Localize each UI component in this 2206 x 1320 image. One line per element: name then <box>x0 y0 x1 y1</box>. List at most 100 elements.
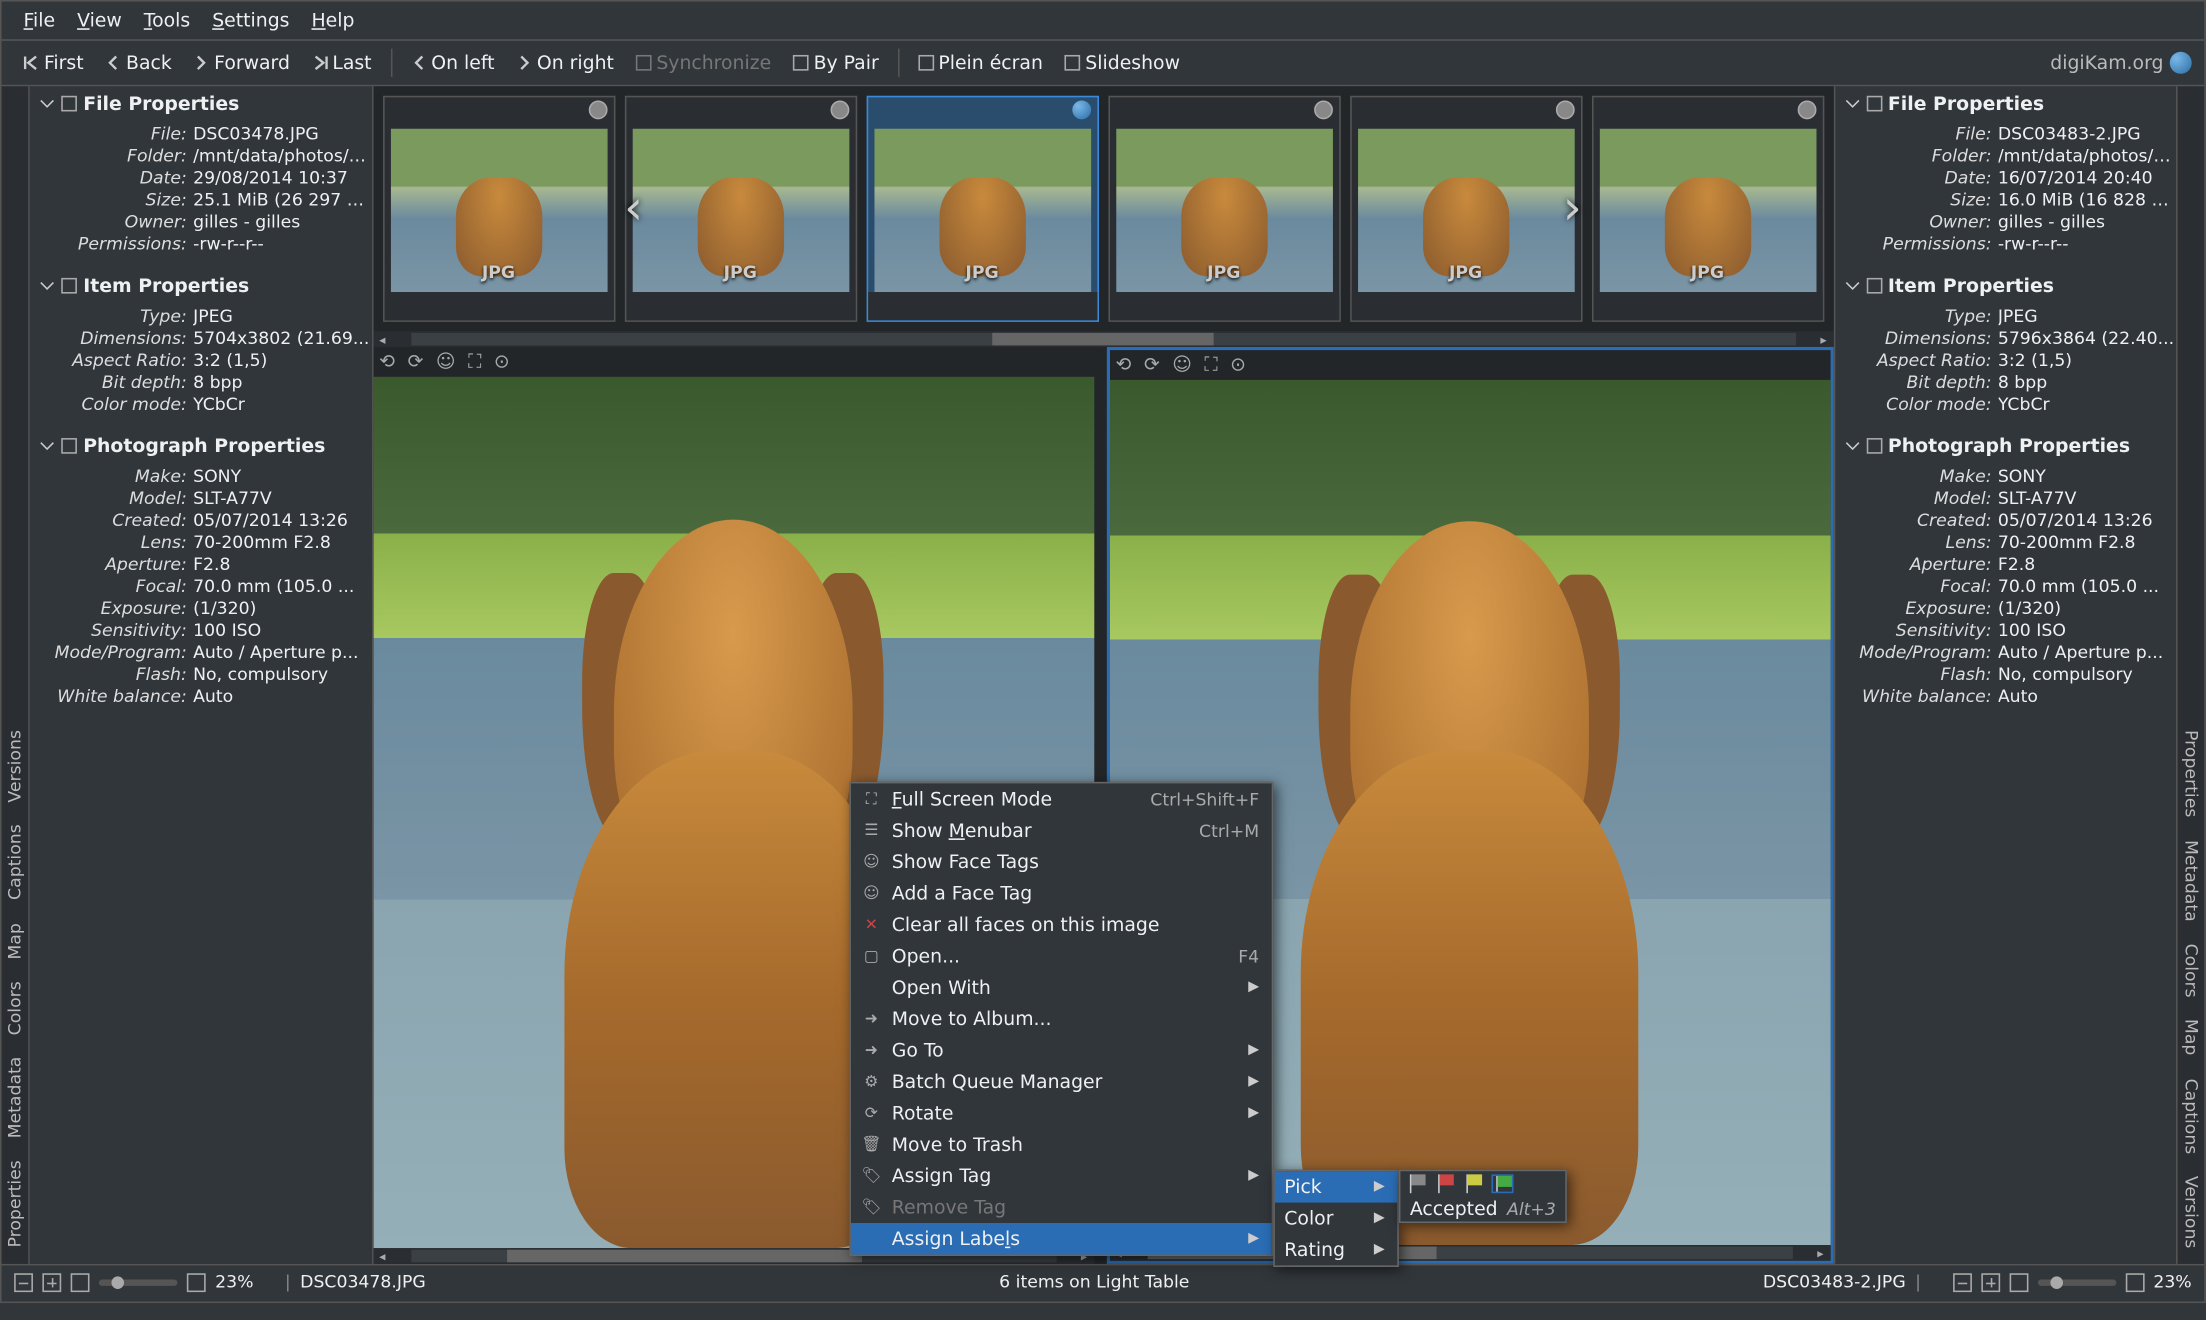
zoom-out-icon[interactable] <box>14 1272 33 1291</box>
menu-settings[interactable]: Settings <box>203 5 299 36</box>
photograph-properties-header[interactable]: Photograph Properties <box>30 429 371 464</box>
zoom-out-icon[interactable] <box>1952 1272 1971 1291</box>
strip-nav-right[interactable]: › <box>1563 181 1582 236</box>
tool-fullscreen-icon[interactable]: ⛶ <box>1204 353 1217 377</box>
thumbnail[interactable]: JPG <box>382 96 614 322</box>
flag-accepted-icon[interactable] <box>1492 1174 1514 1193</box>
item-properties-header[interactable]: Item Properties <box>30 268 371 303</box>
vtab-colors[interactable]: Colors <box>2 972 29 1045</box>
zoom-slider-left[interactable] <box>99 1279 178 1285</box>
submenu-arrow-icon: ▶ <box>1374 1242 1385 1258</box>
first-button[interactable]: First <box>14 47 93 78</box>
file-properties-header[interactable]: File Properties <box>1835 86 2176 121</box>
vtab-properties[interactable]: Properties <box>2 1151 29 1257</box>
fit-icon[interactable] <box>2009 1272 2028 1291</box>
vtab-map[interactable]: Map <box>2 913 29 968</box>
last-button[interactable]: Last <box>302 47 381 78</box>
ctx-full-screen[interactable]: ⛶Full Screen ModeCtrl+Shift+F <box>851 783 1272 814</box>
tool-options-icon[interactable]: ⊙ <box>1230 353 1246 377</box>
vtab-metadata[interactable]: Metadata <box>2178 830 2205 931</box>
thumbnail[interactable]: JPG <box>1349 96 1581 322</box>
on-left-button[interactable]: On left <box>401 47 504 78</box>
tool-options-icon[interactable]: ⊙ <box>494 350 510 374</box>
menu-help[interactable]: Help <box>302 5 364 36</box>
back-button[interactable]: Back <box>96 47 181 78</box>
property-label: Lens: <box>30 532 193 554</box>
tool-face-icon[interactable]: ☺ <box>436 350 456 374</box>
submenu-color[interactable]: Color▶ <box>1275 1203 1397 1234</box>
submenu-arrow-icon: ▶ <box>1248 1074 1259 1090</box>
fullscreen-button[interactable]: Plein écran <box>909 47 1053 78</box>
menu-file[interactable]: FFileile <box>14 5 64 36</box>
tool-rotate-left-icon[interactable]: ⟲ <box>379 350 395 374</box>
file-properties-header[interactable]: File Properties <box>30 86 371 121</box>
fit-to-window-icon[interactable] <box>187 1272 206 1291</box>
menu-view[interactable]: View <box>68 5 132 36</box>
vtab-properties[interactable]: Properties <box>2178 721 2205 827</box>
flag-pending-icon[interactable] <box>1463 1174 1485 1193</box>
submenu-pick[interactable]: Pick▶ <box>1275 1171 1397 1202</box>
item-properties-header[interactable]: Item Properties <box>1835 268 2176 303</box>
property-row: Exposure:(1/320) <box>30 598 371 620</box>
thumbnail-format-label: JPG <box>1351 259 1580 286</box>
vtab-map[interactable]: Map <box>2178 1010 2205 1065</box>
slideshow-button[interactable]: Slideshow <box>1055 47 1189 78</box>
ctx-trash[interactable]: 🗑Move to Trash <box>851 1129 1272 1160</box>
tool-rotate-left-icon[interactable]: ⟲ <box>1115 353 1131 377</box>
strip-scrollbar[interactable]: ◂▸ <box>373 331 1833 347</box>
fit-to-window-icon[interactable] <box>2125 1272 2144 1291</box>
ctx-move-album[interactable]: ➜Move to Album... <box>851 1003 1272 1034</box>
tool-rotate-right-icon[interactable]: ⟳ <box>1144 353 1160 377</box>
ctx-show-menubar[interactable]: ☰Show MenubarCtrl+M <box>851 815 1272 846</box>
ctx-add-face-tag[interactable]: ☺Add a Face Tag <box>851 878 1272 909</box>
menu-tools[interactable]: Tools <box>134 5 199 36</box>
photograph-properties-header[interactable]: Photograph Properties <box>1835 429 2176 464</box>
chevron-right-icon <box>517 55 533 71</box>
thumbnail[interactable]: JPG <box>1591 96 1823 322</box>
ctx-show-face-tags[interactable]: ☺Show Face Tags <box>851 846 1272 877</box>
ctx-clear-faces[interactable]: ✕Clear all faces on this image <box>851 909 1272 940</box>
submenu-rating[interactable]: Rating▶ <box>1275 1234 1397 1265</box>
by-pair-button[interactable]: By Pair <box>784 47 888 78</box>
vtab-metadata[interactable]: Metadata <box>2 1048 29 1149</box>
on-right-button[interactable]: On right <box>507 47 623 78</box>
tool-face-icon[interactable]: ☺ <box>1172 353 1192 377</box>
zoom-slider-right[interactable] <box>2037 1279 2116 1285</box>
flag-rejected-icon[interactable] <box>1435 1174 1457 1193</box>
ctx-rotate[interactable]: ⟳Rotate▶ <box>851 1097 1272 1128</box>
vtab-captions[interactable]: Captions <box>2178 1069 2205 1164</box>
digikam-link[interactable]: digiKam.org <box>2050 52 2191 74</box>
zoom-in-icon[interactable] <box>1981 1272 2000 1291</box>
thumbnail[interactable]: JPG <box>866 96 1098 322</box>
ctx-open-with[interactable]: Open With▶ <box>851 972 1272 1003</box>
thumbnail[interactable]: JPG <box>624 96 856 322</box>
zoom-percent-right: 23% <box>2153 1272 2191 1292</box>
tool-fullscreen-icon[interactable]: ⛶ <box>468 350 481 374</box>
flag-none-icon[interactable] <box>1407 1174 1429 1193</box>
strip-nav-left[interactable]: ‹ <box>624 181 643 236</box>
ctx-assign-labels[interactable]: Assign Labels▶ <box>851 1223 1272 1254</box>
ctx-batch-queue[interactable]: ⚙Batch Queue Manager▶ <box>851 1066 1272 1097</box>
vtab-versions[interactable]: Versions <box>2 721 29 812</box>
property-row: Type:JPEG <box>30 306 371 328</box>
vtab-versions[interactable]: Versions <box>2178 1166 2205 1257</box>
chevron-left-icon <box>411 55 427 71</box>
globe-icon <box>588 100 607 119</box>
ctx-go-to[interactable]: ➜Go To▶ <box>851 1035 1272 1066</box>
right-properties-panel: File Properties File:DSC03483-2.JPGFolde… <box>1833 86 2176 1264</box>
vtab-captions[interactable]: Captions <box>2 815 29 910</box>
tool-rotate-right-icon[interactable]: ⟳ <box>408 350 424 374</box>
vtab-colors[interactable]: Colors <box>2178 934 2205 1007</box>
ctx-assign-tag[interactable]: 🏷Assign Tag▶ <box>851 1160 1272 1191</box>
collapse-icon <box>1844 278 1860 294</box>
forward-button[interactable]: Forward <box>184 47 299 78</box>
property-label: Dimensions: <box>30 328 193 350</box>
property-row: Focal:70.0 mm (105.0 ... <box>1835 576 2176 598</box>
property-row: Exposure:(1/320) <box>1835 598 2176 620</box>
zoom-in-icon[interactable] <box>42 1272 61 1291</box>
ctx-open[interactable]: ▢Open...F4 <box>851 940 1272 971</box>
fit-icon[interactable] <box>71 1272 90 1291</box>
thumbnail-strip[interactable]: ‹ › JPG JPG JPG JPG JPG JPG <box>373 86 1833 331</box>
thumbnail[interactable]: JPG <box>1108 96 1340 322</box>
synchronize-button[interactable]: Synchronize <box>627 47 781 78</box>
